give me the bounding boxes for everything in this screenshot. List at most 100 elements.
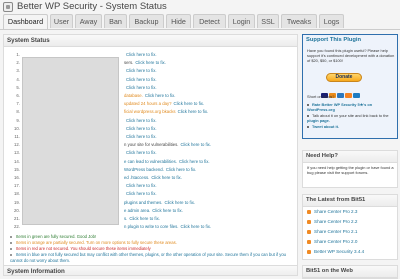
tab-logs[interactable]: Logs (319, 14, 344, 28)
status-row-number: 7. (16, 101, 20, 107)
status-row-label: n your site for vulnerabilities. (124, 142, 179, 148)
feed-item[interactable]: Share Center Pro 2.3 (307, 209, 357, 215)
status-row-number: 15. (14, 166, 20, 172)
fix-link[interactable]: Click here to fix. (129, 216, 160, 221)
feed-item-label[interactable]: Share Center Pro 2.3 (314, 209, 357, 214)
need-help-box: Need Help? If you need help getting the … (302, 150, 398, 188)
tab-login[interactable]: Login (228, 14, 255, 28)
status-row-label: ed .htaccess. (124, 175, 150, 180)
status-row-text: ficial wordpress.org bkacks Click here to… (124, 108, 208, 116)
support-item-link[interactable]: Rate Better WP Security 5★'s on WordPres… (307, 102, 372, 112)
status-row-number: 8. (16, 109, 20, 115)
tab-away[interactable]: Away (75, 14, 102, 28)
fix-link[interactable]: Click here to fix. (180, 224, 211, 229)
status-row-text: s. Click here to fix. (124, 215, 160, 223)
status-row-text: sers. Click here to fix. (124, 59, 166, 67)
status-row-text: e can lead to vulnerabilities. Click here… (124, 158, 210, 166)
fix-link[interactable]: Click here to fix. (126, 77, 157, 82)
status-row-number: 11. (14, 134, 20, 139)
fix-link[interactable]: Click here to fix. (135, 60, 166, 65)
legend-text: Items in green are fully secured. Good J… (16, 234, 97, 239)
fix-link[interactable]: Click here to fix. (152, 208, 183, 213)
feed-item[interactable]: Share Center Pro 2.2 (307, 219, 357, 225)
bullet-icon (10, 247, 12, 250)
status-row-text: Click here to fix. (124, 84, 157, 92)
support-list-item: Rate Better WP Security 5★'s on WordPres… (307, 102, 395, 112)
fix-link[interactable]: Click here to fix. (174, 101, 205, 106)
feed-item-label[interactable]: Share Center Pro 2.2 (314, 219, 357, 224)
fix-link[interactable]: Click here to fix. (166, 167, 197, 172)
status-row-number: 9. (16, 117, 20, 123)
tab-backup[interactable]: Backup (129, 14, 164, 28)
status-row-number: 17. (14, 183, 20, 189)
feed-item[interactable]: Share Center Pro 2.0 (307, 239, 357, 245)
fix-link[interactable]: Click here to fix. (126, 126, 157, 131)
status-row-number: 16. (14, 175, 20, 180)
latest-from-bit51-box: The Latest from Bit51 Share Center Pro 2… (302, 194, 398, 260)
feed-item[interactable]: Better WP Security 3.4.4 (307, 249, 364, 255)
rss-icon (307, 219, 311, 224)
tab-ban[interactable]: Ban (104, 14, 127, 28)
status-row-number: 14. (14, 158, 20, 164)
bit51-web-title: Bit51 on the Web (303, 266, 397, 278)
tab-ssl[interactable]: SSL (257, 14, 279, 28)
fix-link[interactable]: Click here to fix. (126, 183, 157, 188)
status-row-label: e admin area. (124, 207, 151, 213)
page-title: Better WP Security - System Status (17, 1, 167, 12)
tab-bar: Dashboard User Away Ban Backup Hide Dete… (0, 14, 400, 30)
bullet-icon (10, 235, 12, 238)
status-row-label: s. (124, 216, 128, 221)
status-row-text: Click here to fix. (124, 51, 157, 59)
status-row-text: Click here to fix. (124, 133, 157, 141)
feed-item[interactable]: Share Center Pro 2.1 (307, 229, 357, 235)
status-row-text: e admin area. Click here to fix. (124, 207, 183, 215)
fix-link[interactable]: Click here to fix. (126, 68, 157, 73)
fix-link[interactable]: Click here to fix. (126, 52, 157, 57)
status-row-text: Click here to fix. (124, 67, 157, 75)
support-list-item: Tweet about it. (307, 124, 395, 129)
fix-link[interactable]: Click here to fix. (126, 150, 157, 155)
header: Better WP Security - System Status (0, 0, 400, 13)
donate-button[interactable]: Donate (326, 73, 362, 82)
system-status-panel: System Status 1. Click here to fix. 2. sers… (3, 34, 298, 276)
fix-link[interactable]: Click here to fix. (126, 118, 157, 123)
support-plugin-box: Support This Plugin Have you found this … (302, 34, 398, 139)
fix-link[interactable]: Click here to fix. (179, 159, 210, 164)
status-row-number: 4. (16, 76, 20, 82)
support-item-link[interactable]: Tweet about it. (312, 124, 339, 129)
status-row-label: sers. (124, 60, 134, 66)
fix-link[interactable]: Click here to fix. (126, 85, 157, 90)
fix-link[interactable]: Click here to fix. (126, 134, 157, 139)
feed-item-label[interactable]: Better WP Security 3.4.4 (314, 249, 364, 254)
fix-link[interactable]: Click here to fix. (145, 93, 176, 98)
tab-tweaks[interactable]: Tweaks (281, 14, 317, 28)
status-row-text: ed .htaccess. Click here to fix. (124, 174, 182, 182)
fix-link[interactable]: Click here to fix. (178, 109, 209, 114)
status-row-number: 19. (14, 199, 20, 205)
support-item-link[interactable]: plugin page. (307, 118, 330, 123)
feed-item-label[interactable]: Share Center Pro 2.0 (314, 239, 357, 244)
rss-icon (307, 239, 311, 244)
bullet-icon (307, 103, 309, 106)
support-list-item: Talk about it on your site and link back… (307, 113, 395, 123)
tab-dashboard[interactable]: Dashboard (3, 14, 48, 29)
status-row-text: updated 24 hours a day? Click here to fix… (124, 100, 204, 108)
tab-hide[interactable]: Hide (166, 14, 191, 28)
status-row-text: Click here to fix. (124, 125, 157, 133)
tab-user[interactable]: User (50, 14, 73, 28)
bullet-icon (307, 126, 309, 129)
status-row-text: n your site for vulnerabilities. Click he… (124, 141, 211, 149)
support-text: Have you found this plugin useful? Pleas… (307, 48, 395, 64)
status-row-label: ficial wordpress.org bkacks (124, 109, 176, 115)
fix-link[interactable]: Click here to fix. (151, 175, 182, 180)
tab-detect[interactable]: Detect (193, 14, 226, 28)
feed-item-label[interactable]: Share Center Pro 2.1 (314, 229, 357, 234)
fix-link[interactable]: Click here to fix. (126, 191, 157, 196)
status-row-number: 5. (16, 84, 20, 90)
status-row-text: n plugin to write to core files. Click he… (124, 223, 211, 231)
fix-link[interactable]: Click here to fix. (164, 200, 195, 205)
latest-title: The Latest from Bit51 (303, 195, 397, 207)
fix-link[interactable]: Click here to fix. (180, 142, 211, 147)
legend-text: Items in red are not secured. You should… (16, 246, 151, 251)
status-row-text: plugins and themes. Click here to fix. (124, 199, 195, 207)
